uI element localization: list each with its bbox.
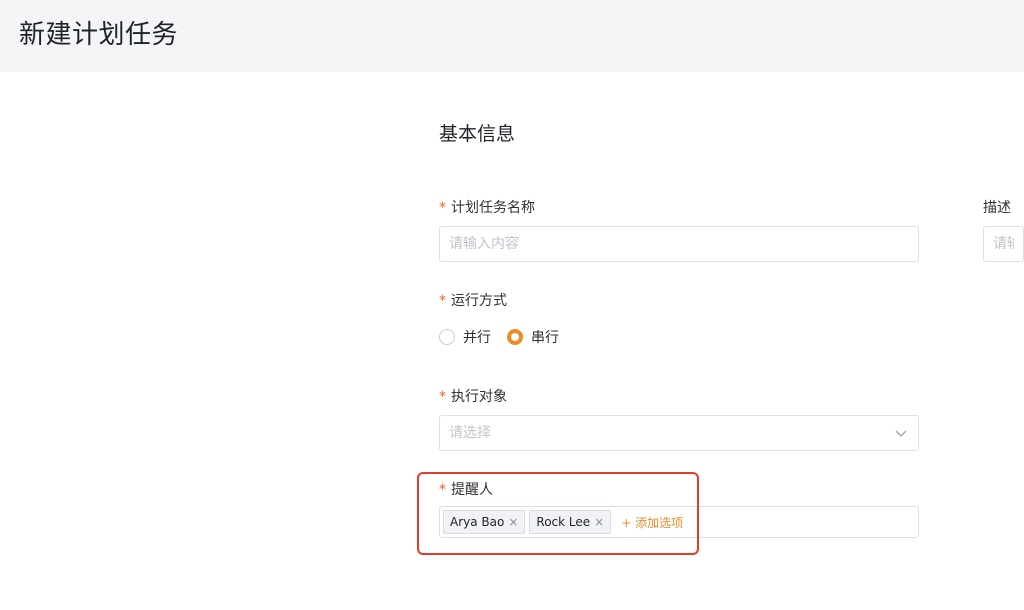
reminder-label: * 提醒人: [439, 480, 493, 500]
task-name-label: * 计划任务名称: [439, 198, 535, 218]
target-select-placeholder: 请选择: [449, 425, 491, 441]
radio-parallel[interactable]: 并行: [439, 327, 491, 347]
task-name-input[interactable]: [439, 226, 919, 262]
radio-parallel-circle[interactable]: [439, 329, 455, 345]
add-option-button[interactable]: + 添加选项: [621, 514, 683, 531]
description-label-text: 描述: [983, 200, 1011, 216]
target-label-text: 执行对象: [451, 389, 507, 405]
reminder-label-text: 提醒人: [451, 482, 493, 498]
description-input[interactable]: [983, 226, 1024, 262]
page-header: 新建计划任务: [0, 0, 1024, 72]
required-mark: *: [439, 293, 446, 309]
required-mark: *: [439, 389, 446, 405]
tag-label: Arya Bao: [450, 515, 505, 529]
target-select[interactable]: 请选择: [439, 415, 919, 451]
tag-arya-bao: Arya Bao ×: [443, 510, 526, 534]
target-label: * 执行对象: [439, 387, 507, 407]
run-mode-label-text: 运行方式: [451, 293, 507, 309]
description-label: 描述: [983, 198, 1011, 218]
required-mark: *: [439, 200, 446, 216]
tag-label: Rock Lee: [536, 515, 591, 529]
close-icon[interactable]: ×: [594, 516, 604, 528]
radio-serial-circle[interactable]: [507, 329, 523, 345]
reminder-tag-input[interactable]: Arya Bao × Rock Lee × + 添加选项: [439, 506, 919, 538]
required-mark: *: [439, 482, 446, 498]
run-mode-label: * 运行方式: [439, 291, 507, 311]
tag-rock-lee: Rock Lee ×: [529, 510, 612, 534]
section-title: 基本信息: [439, 123, 516, 145]
page-title: 新建计划任务: [19, 20, 179, 50]
radio-parallel-label: 并行: [463, 330, 491, 346]
radio-serial-label: 串行: [531, 330, 559, 346]
close-icon[interactable]: ×: [508, 516, 518, 528]
chevron-down-icon: [895, 430, 907, 437]
task-name-label-text: 计划任务名称: [451, 200, 535, 216]
radio-serial[interactable]: 串行: [507, 327, 559, 347]
